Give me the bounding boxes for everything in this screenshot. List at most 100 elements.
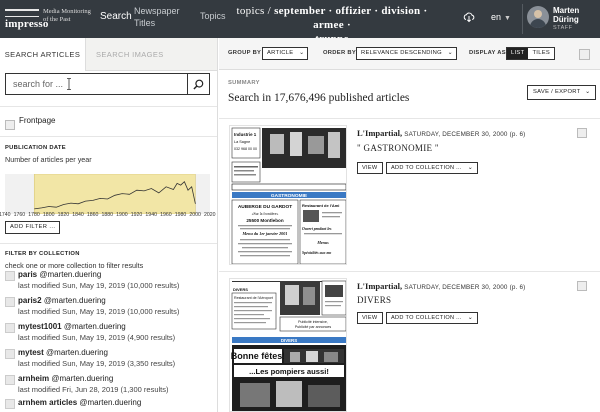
collection-item[interactable]: arnhem articles @marten.duering (5, 398, 215, 412)
add-to-collection-label: ADD TO COLLECTION ... (391, 165, 462, 171)
add-to-collection-button[interactable]: ADD TO COLLECTION ... ⌄ (386, 312, 479, 324)
order-by-select[interactable]: RELEVANCE DESCENDING ⌄ (356, 47, 457, 60)
nav-link-search[interactable]: Search (100, 11, 132, 22)
impresso-logo[interactable]: impresso Media Monitoring of the Past (5, 7, 95, 31)
result-date: SATURDAY, DECEMBER 30, 2000 (p. 6) (404, 131, 526, 138)
histogram-tick-label: 1820 (57, 212, 70, 218)
save-export-button[interactable]: SAVE / EXPORT ⌄ (527, 85, 596, 100)
result-select-checkbox[interactable] (577, 128, 587, 138)
result-select-checkbox[interactable] (577, 281, 587, 291)
collection-item[interactable]: mytest1001 @marten.duering last modified … (5, 322, 215, 346)
search-input[interactable] (6, 74, 187, 94)
divider (0, 243, 217, 244)
histogram-tick-label: 1980 (174, 212, 187, 218)
collection-name: paris (18, 270, 38, 279)
histogram-tick-label: 1840 (72, 212, 84, 218)
collection-modified: last modified Sun, May 19, 2019 (3,350 r… (18, 359, 176, 368)
divider (219, 118, 600, 119)
thumb-text: Menus (316, 240, 329, 245)
collection-checkbox[interactable] (5, 323, 15, 333)
add-filter-button[interactable]: ADD FILTER ... (5, 221, 61, 234)
view-button[interactable]: VIEW (357, 312, 383, 324)
thumb-text: Publicité par annonces (295, 325, 332, 329)
collection-modified: last modified Sun, May 19, 2019 (4,900 r… (18, 333, 176, 342)
collection-checkbox[interactable] (5, 349, 15, 359)
result-heading[interactable]: DIVERS (357, 295, 391, 305)
result-title[interactable]: L'Impartial, SATURDAY, DECEMBER 30, 2000… (357, 281, 525, 291)
display-toggle: LIST TILES (506, 47, 556, 60)
collection-checkbox[interactable] (5, 399, 15, 409)
nav-link-newspaper-titles[interactable]: Newspaper Titles (134, 5, 180, 29)
search-button[interactable] (188, 73, 210, 95)
publication-date-histogram[interactable] (5, 173, 210, 215)
histogram-tick-label: 2000 (189, 212, 201, 218)
search-tabs: SEARCH ARTICLES SEARCH IMAGES (0, 38, 217, 71)
display-as-label: DISPLAY AS (469, 50, 506, 56)
chevron-down-icon: ⌄ (585, 89, 591, 95)
collection-checkbox[interactable] (5, 297, 15, 307)
result-title[interactable]: L'Impartial, SATURDAY, DECEMBER 30, 2000… (357, 128, 525, 138)
collection-checkbox[interactable] (5, 375, 15, 385)
select-all-checkbox[interactable] (579, 49, 590, 60)
newspaper-page-image: Industrie 1 La Sagne 032 968 00 00 GASTR… (230, 126, 346, 264)
thumb-text: AUBERGE DU GARDOT (238, 204, 292, 210)
collection-item[interactable]: mytest @marten.duering last modified Sun,… (5, 348, 215, 372)
group-by-value: ARTICLE (267, 50, 294, 56)
collection-owner: @marten.duering (51, 374, 114, 383)
collection-item[interactable]: arnheim @marten.duering last modified Fri… (5, 374, 215, 398)
display-list-button[interactable]: LIST (507, 48, 529, 59)
language-selector[interactable]: en ▼ (491, 12, 511, 22)
cloud-download-icon[interactable] (463, 11, 475, 23)
filter-by-collection-title: FILTER BY COLLECTION (5, 251, 80, 257)
result-date: SATURDAY, DECEMBER 30, 2000 (p. 6) (404, 284, 526, 291)
thumb-text: Bonne fêtes! (231, 351, 286, 361)
article-thumbnail[interactable]: DIVERS Restaurant de l'Aéroport Publicit… (229, 278, 347, 412)
result-newspaper: L'Impartial, (357, 128, 403, 138)
group-by-label: GROUP BY (228, 50, 262, 56)
thumb-text: GASTRONOMIE (271, 193, 308, 199)
frontpage-filter[interactable]: Frontpage (5, 116, 55, 130)
results-panel: GROUP BY ARTICLE ⌄ ORDER BY RELEVANCE DES… (219, 38, 600, 412)
histogram-tick-label: 1740 (0, 212, 11, 218)
histogram-tick-label: 1760 (13, 212, 26, 218)
tab-search-images[interactable]: SEARCH IMAGES (96, 50, 164, 59)
histogram-tick-label: 1940 (145, 212, 157, 218)
user-first-name: Marten (553, 6, 580, 15)
frontpage-checkbox[interactable] (5, 119, 15, 130)
collection-checkbox[interactable] (5, 271, 15, 281)
collection-owner: @marten.duering (63, 322, 126, 331)
nav-divider (522, 4, 523, 34)
thumb-text: DIVERS (281, 338, 297, 343)
results-toolbar: GROUP BY ARTICLE ⌄ ORDER BY RELEVANCE DES… (219, 38, 600, 70)
histogram-selected-range[interactable] (33, 173, 196, 215)
nav-link-topics[interactable]: Topics (200, 11, 226, 21)
search-icon (193, 79, 204, 90)
page-title-topic-words: september · offizier · division · armee … (274, 5, 428, 31)
add-to-collection-label: ADD TO COLLECTION ... (391, 315, 462, 321)
thumb-text: 25500 Montlebon (246, 218, 283, 223)
chevron-down-icon: ⌄ (467, 315, 474, 321)
histogram-tick-label: 1880 (101, 212, 114, 218)
display-tiles-button[interactable]: TILES (528, 48, 555, 59)
collection-item[interactable]: paris2 @marten.duering last modified Sun,… (5, 296, 215, 320)
logo-tagline: Media Monitoring of the Past (43, 8, 91, 24)
group-by-select[interactable]: ARTICLE ⌄ (262, 47, 309, 60)
avatar[interactable] (527, 6, 549, 28)
divider (0, 136, 217, 137)
user-name[interactable]: Marten Düring (553, 6, 579, 24)
chevron-down-icon: ⌄ (447, 50, 453, 56)
result-heading[interactable]: " GASTRONOMIE " (357, 143, 439, 153)
tab-search-articles[interactable]: SEARCH ARTICLES (0, 38, 86, 71)
publication-date-title: PUBLICATION DATE (5, 145, 66, 151)
collection-item[interactable]: paris @marten.duering last modified Sun, … (5, 270, 215, 294)
newspaper-page-image: DIVERS Restaurant de l'Aéroport Publicit… (230, 279, 346, 411)
histogram-tick-label: 1860 (86, 212, 99, 218)
collection-title: paris2 @marten.duering (18, 296, 106, 305)
frontpage-label: Frontpage (19, 116, 56, 125)
add-to-collection-button[interactable]: ADD TO COLLECTION ... ⌄ (386, 162, 479, 174)
article-thumbnail[interactable]: Industrie 1 La Sagne 032 968 00 00 GASTR… (229, 125, 347, 265)
collection-title: arnheim @marten.duering (18, 374, 113, 383)
avatar-body (530, 19, 546, 28)
summary-text: Search in 17,676,496 published articles (228, 92, 410, 104)
view-button[interactable]: VIEW (357, 162, 383, 174)
